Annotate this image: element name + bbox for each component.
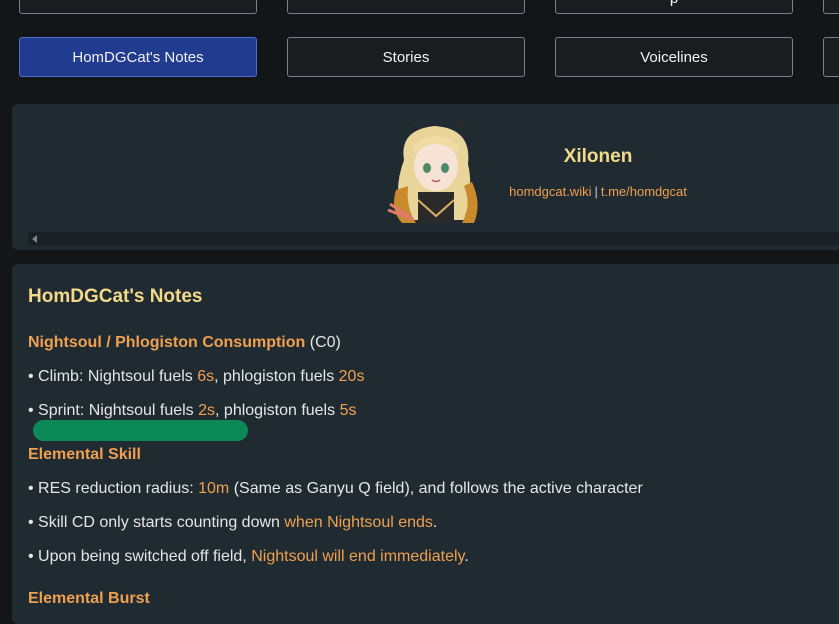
- section-elemental-burst-heading: Elemental Burst: [28, 590, 150, 608]
- note-climb-prefix: • Climb: Nightsoul fuels: [28, 368, 198, 385]
- tab-voicelines[interactable]: Voicelines: [555, 37, 793, 77]
- section-nightsoul-heading: Nightsoul / Phlogiston Consumption (C0): [28, 334, 341, 352]
- note-res-radius: • RES reduction radius: 10m (Same as Gan…: [28, 480, 643, 498]
- notes-card: HomDGCat's Notes Nightsoul / Phlogiston …: [12, 264, 839, 624]
- character-portrait-icon: [384, 120, 487, 223]
- note-skill-cd: • Skill CD only starts counting down whe…: [28, 514, 437, 532]
- note-res-suffix: (Same as Ganyu Q field), and follows the…: [229, 480, 643, 497]
- section-elemental-skill-heading: Elemental Skill: [28, 446, 141, 464]
- link-separator: |: [594, 184, 598, 199]
- horizontal-scrollbar[interactable]: [28, 232, 839, 246]
- note-cd-highlight: when Nightsoul ends: [284, 514, 433, 531]
- tab-voicelines-label: Voicelines: [640, 48, 708, 66]
- note-switch-prefix: • Upon being switched off field,: [28, 548, 252, 565]
- note-switch-suffix: .: [464, 548, 469, 565]
- character-profile-card: Xilonen homdgcat.wiki | t.me/homdgcat: [12, 104, 839, 250]
- tab-homdgcat-notes[interactable]: HomDGCat's Notes: [19, 37, 257, 77]
- nav-button-top-1[interactable]: [19, 0, 257, 14]
- nav-button-top-4[interactable]: [823, 0, 839, 14]
- nav-button-top-3-label: p: [670, 0, 678, 7]
- tab-homdgcat-notes-label: HomDGCat's Notes: [72, 48, 204, 66]
- section-nightsoul-title: Nightsoul / Phlogiston Consumption: [28, 334, 306, 351]
- telegram-link[interactable]: t.me/homdgcat: [601, 184, 687, 199]
- nav-button-top-3[interactable]: p: [555, 0, 793, 14]
- note-climb: • Climb: Nightsoul fuels 6s, phlogiston …: [28, 368, 364, 386]
- section-elemental-skill-title: Elemental Skill: [28, 446, 141, 463]
- notes-title: HomDGCat's Notes: [28, 286, 203, 307]
- tab-more[interactable]: [823, 37, 839, 77]
- section-nightsoul-suffix: (C0): [305, 334, 341, 351]
- wiki-link[interactable]: homdgcat.wiki: [509, 184, 591, 199]
- tab-stories-label: Stories: [382, 48, 430, 66]
- scroll-left-icon[interactable]: [32, 235, 37, 243]
- note-switch-off: • Upon being switched off field, Nightso…: [28, 548, 469, 566]
- character-name: Xilonen: [563, 146, 633, 167]
- note-sprint-phlogiston-value: 5s: [339, 402, 357, 419]
- nav-button-top-2[interactable]: [287, 0, 525, 14]
- note-cd-prefix: • Skill CD only starts counting down: [28, 514, 285, 531]
- highlighter-mark: [33, 420, 248, 441]
- note-climb-mid: , phlogiston fuels: [214, 368, 339, 385]
- section-elemental-burst-title: Elemental Burst: [28, 590, 150, 607]
- note-sprint-mid: , phlogiston fuels: [215, 402, 340, 419]
- note-switch-highlight: Nightsoul will end immediately: [251, 548, 465, 565]
- note-sprint: • Sprint: Nightsoul fuels 2s, phlogiston…: [28, 402, 356, 420]
- tab-stories[interactable]: Stories: [287, 37, 525, 77]
- note-cd-suffix: .: [432, 514, 438, 531]
- note-res-prefix: • RES reduction radius:: [28, 480, 199, 497]
- note-res-value: 10m: [198, 480, 230, 497]
- note-climb-phlogiston-value: 20s: [338, 368, 365, 385]
- profile-links: homdgcat.wiki | t.me/homdgcat: [498, 184, 698, 199]
- note-sprint-prefix: • Sprint: Nightsoul fuels: [28, 402, 199, 419]
- note-climb-nightsoul-value: 6s: [197, 368, 215, 385]
- note-sprint-nightsoul-value: 2s: [198, 402, 216, 419]
